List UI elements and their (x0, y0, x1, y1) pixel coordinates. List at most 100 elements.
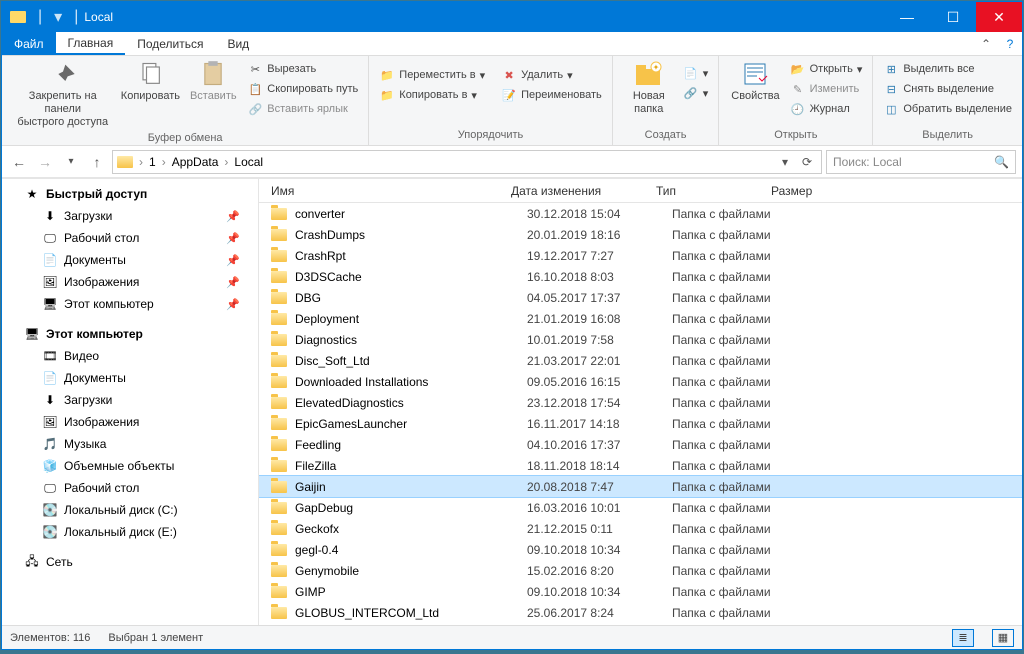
move-to-button[interactable]: 📁Переместить в ▾ (375, 66, 489, 84)
edit-button[interactable]: ✎Изменить (786, 80, 867, 98)
copy-path-button[interactable]: 📋Скопировать путь (243, 80, 362, 98)
thispc-item[interactable]: 🖼Изображения (2, 411, 258, 433)
thispc-item[interactable]: 💽Локальный диск (C:) (2, 499, 258, 521)
network[interactable]: 🖧Сеть (2, 551, 258, 573)
recent-dropdown[interactable]: ▾ (60, 151, 82, 173)
menu-share[interactable]: Поделиться (125, 32, 215, 55)
crumb-local[interactable]: Local (230, 155, 267, 169)
file-name: Diagnostics (295, 333, 527, 347)
thispc-item[interactable]: 🧊Объемные объекты (2, 455, 258, 477)
col-type[interactable]: Тип (656, 184, 771, 198)
cut-button[interactable]: ✂Вырезать (243, 60, 362, 78)
forward-button[interactable]: → (34, 151, 56, 173)
file-row[interactable]: converter 30.12.2018 15:04 Папка с файла… (259, 203, 1022, 224)
maximize-button[interactable]: ☐ (930, 2, 976, 32)
file-row[interactable]: ElevatedDiagnostics 23.12.2018 17:54 Пап… (259, 392, 1022, 413)
paste-label: Вставить (190, 90, 237, 103)
pin-icon: 📌 (226, 276, 250, 289)
file-type: Папка с файлами (672, 270, 822, 284)
thispc-item[interactable]: 🎵Музыка (2, 433, 258, 455)
title-bar[interactable]: | ▾ | Local — ☐ ✕ (2, 2, 1022, 32)
file-row[interactable]: EpicGamesLauncher 16.11.2017 14:18 Папка… (259, 413, 1022, 434)
file-row[interactable]: gegl-0.4 09.10.2018 10:34 Папка с файлам… (259, 539, 1022, 560)
quick-access[interactable]: ★Быстрый доступ (2, 183, 258, 205)
crumb-1[interactable]: 1 (145, 155, 160, 169)
file-row[interactable]: CrashRpt 19.12.2017 7:27 Папка с файлами (259, 245, 1022, 266)
refresh-icon[interactable]: ⟳ (797, 155, 817, 169)
paste-link-button[interactable]: 🔗Вставить ярлык (243, 100, 362, 118)
quick-item[interactable]: 📄Документы📌 (2, 249, 258, 271)
rename-button[interactable]: 📝Переименовать (497, 86, 606, 104)
minimize-button[interactable]: — (884, 2, 930, 32)
column-headers[interactable]: Имя Дата изменения Тип Размер (259, 179, 1022, 203)
thispc-item[interactable]: 📄Документы (2, 367, 258, 389)
search-box[interactable]: Поиск: Local 🔍 (826, 150, 1016, 174)
easy-access-button[interactable]: 🔗▾ (679, 84, 713, 102)
folder-icon (271, 544, 287, 556)
invert-select-button[interactable]: ◫Обратить выделение (879, 100, 1016, 118)
new-item-button[interactable]: 📄▾ (679, 64, 713, 82)
col-date[interactable]: Дата изменения (511, 184, 656, 198)
back-button[interactable]: ← (8, 151, 30, 173)
file-name: GIMP (295, 585, 527, 599)
file-row[interactable]: D3DSCache 16.10.2018 8:03 Папка с файлам… (259, 266, 1022, 287)
copy-to-button[interactable]: 📁Копировать в ▾ (375, 86, 489, 104)
file-row[interactable]: Diagnostics 10.01.2019 7:58 Папка с файл… (259, 329, 1022, 350)
nav-tree[interactable]: ★Быстрый доступ ⬇Загрузки📌🖵Рабочий стол📌… (2, 179, 259, 625)
history-button[interactable]: 🕘Журнал (786, 100, 867, 118)
file-row[interactable]: DBG 04.05.2017 17:37 Папка с файлами (259, 287, 1022, 308)
file-type: Папка с файлами (672, 606, 822, 620)
menu-view[interactable]: Вид (215, 32, 261, 55)
file-list[interactable]: converter 30.12.2018 15:04 Папка с файла… (259, 203, 1022, 625)
file-row[interactable]: Downloaded Installations 09.05.2016 16:1… (259, 371, 1022, 392)
up-button[interactable]: ↑ (86, 151, 108, 173)
file-row[interactable]: Gaijin 20.08.2018 7:47 Папка с файлами (259, 476, 1022, 497)
open-button[interactable]: 📂Открыть ▾ (786, 60, 867, 78)
col-name[interactable]: Имя (271, 184, 511, 198)
new-folder-button[interactable]: ✦ Новая папка (619, 58, 679, 118)
address-dropdown-icon[interactable]: ▾ (775, 155, 795, 169)
select-none-button[interactable]: ⊟Снять выделение (879, 80, 1016, 98)
quick-item[interactable]: ⬇Загрузки📌 (2, 205, 258, 227)
crumb-appdata[interactable]: AppData (168, 155, 223, 169)
menu-file[interactable]: Файл (2, 32, 56, 55)
select-all-button[interactable]: ⊞Выделить все (879, 60, 1016, 78)
file-row[interactable]: GLOBUS_INTERCOM_Ltd 25.06.2017 8:24 Папк… (259, 602, 1022, 623)
organize-group-label: Упорядочить (375, 129, 605, 143)
file-row[interactable]: Geckofx 21.12.2015 0:11 Папка с файлами (259, 518, 1022, 539)
file-row[interactable]: GapDebug 16.03.2016 10:01 Папка с файлам… (259, 497, 1022, 518)
quick-item[interactable]: 🖵Рабочий стол📌 (2, 227, 258, 249)
copy-button[interactable]: Копировать (118, 58, 184, 105)
file-row[interactable]: FileZilla 18.11.2018 18:14 Папка с файла… (259, 455, 1022, 476)
thispc-item[interactable]: 💽Локальный диск (E:) (2, 521, 258, 543)
file-row[interactable]: Feedling 04.10.2016 17:37 Папка с файлам… (259, 434, 1022, 455)
col-size[interactable]: Размер (771, 184, 851, 198)
thispc-item[interactable]: 🎞Видео (2, 345, 258, 367)
view-details-icon[interactable]: ≣ (952, 629, 974, 647)
thispc-item[interactable]: 🖵Рабочий стол (2, 477, 258, 499)
folder-icon (271, 523, 287, 535)
address-bar[interactable]: › 1 › AppData › Local ▾ ⟳ (112, 150, 822, 174)
paste-button[interactable]: Вставить (183, 58, 243, 105)
file-row[interactable]: Deployment 21.01.2019 16:08 Папка с файл… (259, 308, 1022, 329)
ribbon-group-select: ⊞Выделить все ⊟Снять выделение ◫Обратить… (873, 56, 1022, 145)
file-row[interactable]: Genymobile 15.02.2016 8:20 Папка с файла… (259, 560, 1022, 581)
file-row[interactable]: GIMP 09.10.2018 10:34 Папка с файлами (259, 581, 1022, 602)
file-row[interactable]: CrashDumps 20.01.2019 18:16 Папка с файл… (259, 224, 1022, 245)
status-count: Элементов: 116 (10, 632, 90, 644)
thispc-item[interactable]: ⬇Загрузки (2, 389, 258, 411)
this-pc[interactable]: 🖥Этот компьютер (2, 323, 258, 345)
quick-item[interactable]: 🖼Изображения📌 (2, 271, 258, 293)
file-row[interactable]: Disc_Soft_Ltd 21.03.2017 22:01 Папка с ф… (259, 350, 1022, 371)
view-thumbs-icon[interactable]: ▦ (992, 629, 1014, 647)
help-icon[interactable]: ? (998, 32, 1022, 55)
ribbon-toggle-icon[interactable]: ⌃ (974, 32, 998, 55)
delete-button[interactable]: ✖Удалить ▾ (497, 66, 606, 84)
pin-to-quick-button[interactable]: Закрепить на панели быстрого доступа (8, 58, 118, 132)
properties-button[interactable]: Свойства (725, 58, 785, 105)
quick-item[interactable]: 🖥Этот компьютер📌 (2, 293, 258, 315)
close-button[interactable]: ✕ (976, 2, 1022, 32)
sidebar-icon: 📄 (42, 370, 58, 386)
menu-home[interactable]: Главная (56, 32, 126, 55)
status-bar: Элементов: 116 Выбран 1 элемент ≣ ▦ (2, 625, 1022, 649)
